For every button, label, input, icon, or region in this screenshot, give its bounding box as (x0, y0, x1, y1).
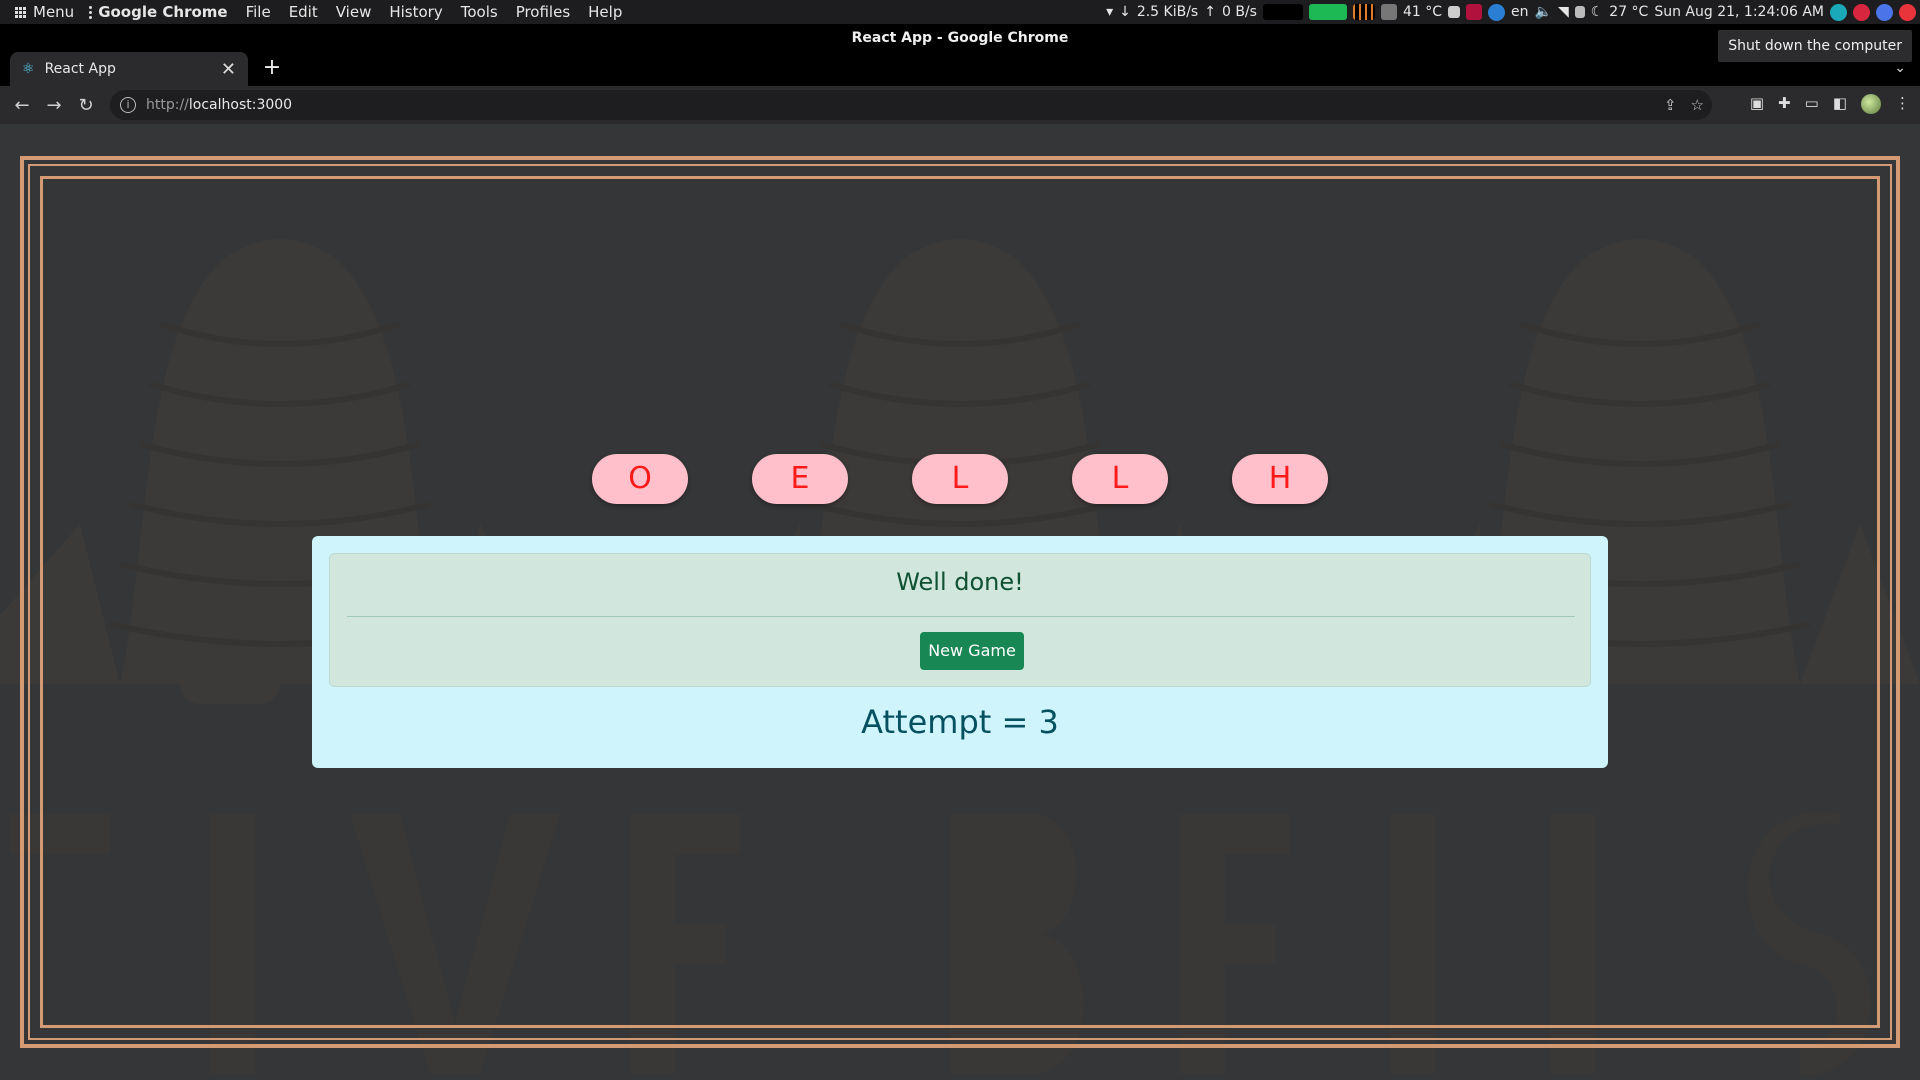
menu-tools[interactable]: Tools (452, 0, 507, 24)
window-title: React App - Google Chrome (0, 24, 1920, 52)
tab-strip: ⚛ React App ✕ + ⌄ (0, 52, 1920, 86)
net-down-icon: ↓ (1119, 4, 1131, 20)
keyboard-layout[interactable]: en (1511, 4, 1529, 20)
volume-icon[interactable]: 🔈 (1535, 4, 1552, 20)
net-down-rate: 2.5 KiB/s (1136, 4, 1199, 20)
success-message: Well done! (896, 568, 1024, 596)
info-icon[interactable]: i (120, 97, 136, 113)
letter-tiles: O E L L H (0, 454, 1920, 506)
chrome-menu-icon[interactable]: ⋮ (1895, 94, 1910, 114)
cast-icon[interactable]: ▭ (1805, 94, 1819, 114)
power-icon[interactable] (1899, 3, 1916, 21)
cpu-graph-icon (1352, 4, 1375, 20)
forward-arrow-icon[interactable]: → (38, 95, 70, 116)
redacted-block (1262, 4, 1303, 20)
bluetooth-icon[interactable] (1488, 3, 1505, 21)
cpu-temperature: 41 °C (1402, 4, 1442, 20)
navigation-bar: ← → ↻ i http://localhost:3000 ⇪ ☆ ▣ ✚ ▭ … (0, 86, 1920, 124)
profile-avatar[interactable] (1861, 94, 1881, 114)
network-icon[interactable]: ◥ (1558, 4, 1569, 20)
search-icon[interactable] (1830, 3, 1847, 21)
react-favicon-icon: ⚛ (22, 61, 35, 77)
clipboard-icon[interactable] (1574, 6, 1585, 18)
share-icon[interactable]: ⇪ (1664, 96, 1677, 114)
menu-view[interactable]: View (327, 0, 381, 24)
menu-help[interactable]: Help (579, 0, 631, 24)
success-alert: Well done! New Game (329, 553, 1591, 687)
game-status-card: Well done! New Game Attempt = 3 (312, 536, 1608, 768)
lock-icon[interactable] (1853, 3, 1870, 21)
attempt-counter: Attempt = 3 (861, 703, 1059, 741)
menu-history[interactable]: History (380, 0, 451, 24)
chat-icon[interactable] (1448, 6, 1460, 18)
logout-icon[interactable] (1876, 3, 1893, 21)
url-host: localhost:3000 (188, 97, 293, 113)
net-up-icon: ↑ (1204, 4, 1216, 20)
bookmark-star-icon[interactable]: ☆ (1691, 96, 1704, 114)
weather-moon-icon: ☾ (1590, 4, 1604, 20)
letter-tile[interactable]: L (1072, 454, 1168, 504)
url-scheme: http:// (146, 97, 189, 113)
reload-icon[interactable]: ↻ (70, 95, 102, 116)
wifi-signal-icon: ▾ (1106, 4, 1114, 20)
menu-profiles[interactable]: Profiles (507, 0, 579, 24)
letter-tile[interactable]: E (752, 454, 848, 504)
back-arrow-icon[interactable]: ← (6, 95, 38, 116)
address-bar[interactable]: i http://localhost:3000 ⇪ ☆ (110, 90, 1712, 120)
new-tab-button[interactable]: + (260, 56, 284, 80)
tab-title: React App (44, 61, 116, 77)
letter-tile[interactable]: O (592, 454, 688, 504)
os-top-panel: Menu Google Chrome File Edit View Histor… (0, 0, 1920, 24)
tab-search-chevron-icon[interactable]: ⌄ (1894, 60, 1906, 76)
page-viewport: O E L L H Well done! New Game Attempt = … (0, 124, 1920, 1080)
clock[interactable]: Sun Aug 21, 1:24:06 AM (1654, 4, 1824, 20)
weather-temperature: 27 °C (1609, 4, 1649, 20)
letter-tile[interactable]: L (912, 454, 1008, 504)
alert-divider (347, 616, 1575, 617)
apps-grid-icon (15, 6, 27, 19)
tab-capture-icon[interactable]: ▣ (1750, 94, 1764, 114)
system-tray: ▾ ↓ 2.5 KiB/s ↑ 0 B/s 41 °C en 🔈 ◥ ☾ 27 … (1106, 0, 1920, 24)
tab-close-icon[interactable]: ✕ (221, 59, 236, 80)
browser-tab-react-app[interactable]: ⚛ React App ✕ (10, 52, 248, 86)
os-menu-button[interactable]: Menu (6, 0, 83, 24)
menu-edit[interactable]: Edit (280, 0, 327, 24)
net-up-rate: 0 B/s (1221, 4, 1257, 20)
app-menu-dots-icon (89, 5, 93, 19)
power-tooltip: Shut down the computer (1718, 30, 1912, 62)
pen-icon[interactable] (1466, 4, 1482, 20)
letter-tile[interactable]: H (1232, 454, 1328, 504)
cpu-chip-icon (1380, 4, 1397, 20)
battery-graph-icon (1308, 4, 1347, 20)
menu-file[interactable]: File (237, 0, 280, 24)
side-panel-icon[interactable]: ◧ (1833, 94, 1847, 114)
active-app-name: Google Chrome (98, 3, 228, 21)
new-game-button[interactable]: New Game (920, 632, 1024, 670)
extensions-puzzle-icon[interactable]: ✚ (1778, 94, 1791, 114)
